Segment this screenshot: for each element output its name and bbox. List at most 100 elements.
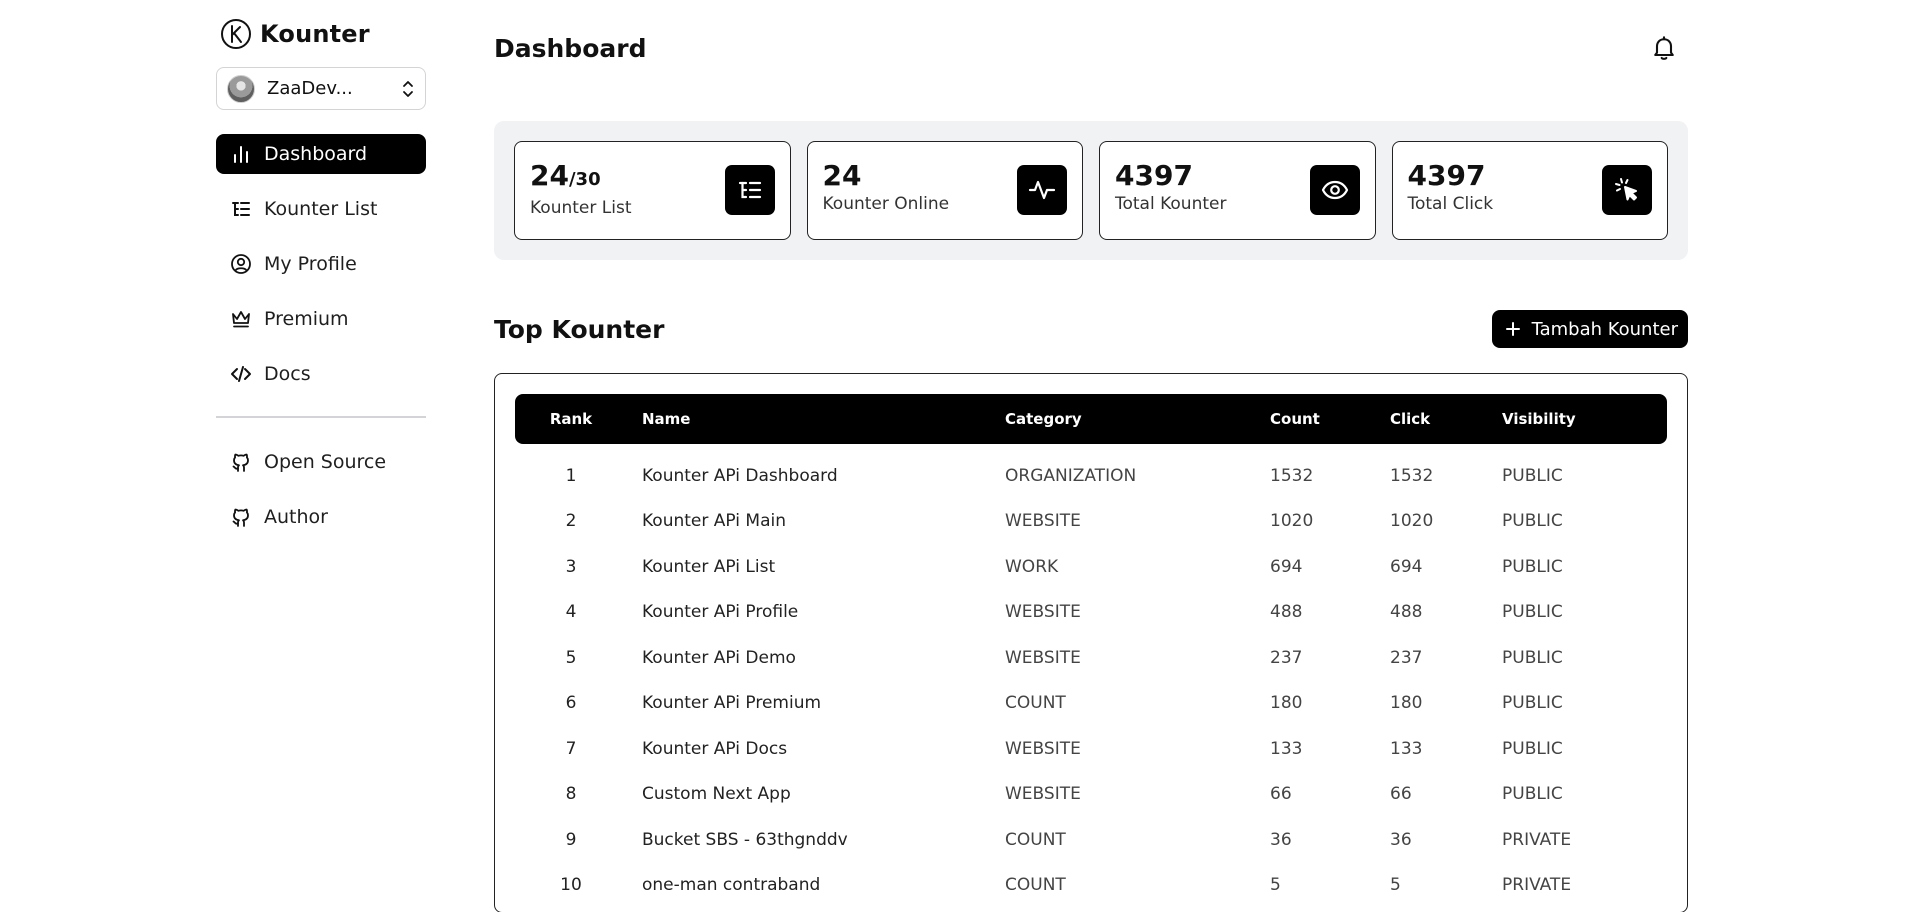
cell-click: 180: [1390, 693, 1423, 714]
column-header-name[interactable]: Name: [627, 410, 1005, 428]
cell-name: Kounter APi Main: [642, 511, 786, 532]
sidebar-item-kounter-list[interactable]: Kounter List: [216, 189, 426, 229]
sidebar-item-dashboard[interactable]: Dashboard: [216, 134, 426, 174]
stats-panel: 24/30 Kounter List 24 Kounter Online 439…: [494, 121, 1688, 260]
top-kounter-header: Top Kounter Tambah Kounter: [494, 310, 1688, 348]
cell-count: 1020: [1270, 511, 1314, 532]
cell-rank: 1: [565, 465, 577, 486]
cell-rank: 3: [565, 556, 577, 577]
stat-card-kounter-online: 24 Kounter Online: [806, 141, 1083, 240]
table-row[interactable]: 4 Kounter APi Profile WEBSITE 488 488 PUBLIC: [515, 590, 1667, 636]
cell-rank: 5: [565, 647, 577, 668]
stat-icon-box: [724, 165, 775, 215]
column-header-rank[interactable]: Rank: [515, 410, 627, 428]
cell-category: WEBSITE: [1005, 784, 1081, 805]
column-header-click[interactable]: Click: [1390, 410, 1502, 428]
table-row[interactable]: 7 Kounter APi Docs WEBSITE 133 133 PUBLIC: [515, 726, 1667, 772]
cell-click: 488: [1390, 602, 1423, 623]
cell-category: WEBSITE: [1005, 647, 1081, 668]
cell-count: 1532: [1270, 465, 1314, 486]
sidebar-item-open-source[interactable]: Open Source: [216, 442, 426, 482]
cell-click: 1020: [1390, 511, 1434, 532]
cell-click: 237: [1390, 647, 1423, 668]
user-circle-icon: [231, 254, 251, 274]
cell-name: Kounter APi Profile: [642, 602, 799, 623]
page-header: Dashboard: [494, 0, 1688, 96]
stat-icon-box: [1602, 165, 1652, 215]
cell-click: 694: [1390, 556, 1423, 577]
sidebar-item-docs[interactable]: Docs: [216, 354, 426, 394]
cell-rank: 4: [565, 602, 577, 623]
sidebar-item-label: Kounter List: [264, 198, 378, 220]
cell-category: COUNT: [1005, 875, 1066, 896]
cell-rank: 2: [565, 511, 577, 532]
table-row[interactable]: 2 Kounter APi Main WEBSITE 1020 1020 PUBLIC: [515, 499, 1667, 545]
column-header-count[interactable]: Count: [1270, 410, 1390, 428]
secondary-nav: Open Source Author: [216, 442, 426, 537]
cell-name: Kounter APi Demo: [642, 647, 796, 668]
code-icon: [231, 366, 251, 382]
eye-icon: [1321, 180, 1348, 200]
cell-visibility: PUBLIC: [1502, 738, 1563, 759]
pointer-click-icon: [1615, 178, 1637, 201]
cell-rank: 8: [565, 784, 577, 805]
table-header: Rank Name Category Count Click Visibilit…: [515, 394, 1667, 444]
cell-click: 36: [1390, 829, 1412, 850]
github-icon: [232, 453, 249, 472]
table-row[interactable]: 1 Kounter APi Dashboard ORGANIZATION 1532 15…: [515, 453, 1667, 499]
table-row[interactable]: 10 one-man contraband COUNT 5 5 PRIVATE: [515, 863, 1667, 909]
cell-rank: 7: [565, 738, 577, 759]
cell-name: Kounter APi Premium: [642, 693, 822, 714]
cell-name: one-man contraband: [642, 875, 821, 896]
cell-category: WORK: [1005, 556, 1059, 577]
primary-nav: Dashboard Kounter List My Profile Premiu…: [216, 134, 426, 394]
stat-icon-box: [1017, 165, 1067, 215]
table-body: 1 Kounter APi Dashboard ORGANIZATION 1532 15…: [515, 444, 1667, 908]
kounter-logo-icon: [221, 19, 251, 49]
cell-count: 36: [1270, 829, 1292, 850]
add-kounter-button[interactable]: Tambah Kounter: [1491, 310, 1688, 348]
sidebar-item-premium[interactable]: Premium: [216, 299, 426, 339]
cell-rank: 9: [565, 829, 577, 850]
cell-category: COUNT: [1005, 693, 1066, 714]
avatar: [227, 74, 255, 103]
sidebar-divider: [216, 416, 426, 418]
cell-name: Bucket SBS - 63thgnddv: [642, 829, 848, 850]
table-row[interactable]: 9 Bucket SBS - 63thgnddv COUNT 36 36 PRIVATE: [515, 817, 1667, 863]
column-header-category[interactable]: Category: [1005, 410, 1270, 428]
cell-click: 133: [1390, 738, 1423, 759]
add-kounter-label: Tambah Kounter: [1531, 318, 1678, 340]
table-row[interactable]: 5 Kounter APi Demo WEBSITE 237 237 PUBLIC: [515, 635, 1667, 681]
cell-count: 66: [1270, 784, 1292, 805]
table-row[interactable]: 6 Kounter APi Premium COUNT 180 180 PUBLIC: [515, 681, 1667, 727]
cell-count: 5: [1270, 875, 1281, 896]
account-switcher[interactable]: ZaaDev...: [216, 67, 426, 110]
cell-visibility: PUBLIC: [1502, 511, 1563, 532]
sidebar-item-author[interactable]: Author: [216, 497, 426, 537]
top-kounter-table: Rank Name Category Count Click Visibilit…: [494, 373, 1688, 912]
cell-count: 133: [1270, 738, 1303, 759]
cell-rank: 6: [565, 693, 577, 714]
cell-name: Kounter APi Docs: [642, 738, 788, 759]
app-root: Kounter ZaaDev... Dashboard Kounter List…: [0, 0, 1920, 912]
cell-category: COUNT: [1005, 829, 1066, 850]
cell-category: WEBSITE: [1005, 602, 1081, 623]
sidebar-item-my-profile[interactable]: My Profile: [216, 244, 426, 284]
sidebar: Kounter ZaaDev... Dashboard Kounter List…: [216, 16, 426, 537]
cell-click: 1532: [1390, 465, 1434, 486]
column-header-visibility[interactable]: Visibility: [1502, 410, 1667, 428]
table-row[interactable]: 3 Kounter APi List WORK 694 694 PUBLIC: [515, 544, 1667, 590]
stat-card-total-click: 4397 Total Click: [1391, 141, 1668, 240]
cell-category: WEBSITE: [1005, 511, 1081, 532]
sidebar-item-label: Docs: [264, 363, 311, 385]
table-row[interactable]: 8 Custom Next App WEBSITE 66 66 PUBLIC: [515, 772, 1667, 818]
cell-visibility: PUBLIC: [1502, 465, 1563, 486]
bell-icon[interactable]: [1650, 34, 1678, 62]
sidebar-item-label: Dashboard: [264, 143, 368, 165]
cell-visibility: PUBLIC: [1502, 556, 1563, 577]
activity-icon: [1028, 180, 1056, 200]
sidebar-item-label: My Profile: [264, 253, 357, 275]
brand[interactable]: Kounter: [216, 16, 426, 52]
cell-category: ORGANIZATION: [1005, 465, 1137, 486]
bar-chart-icon: [234, 146, 248, 163]
